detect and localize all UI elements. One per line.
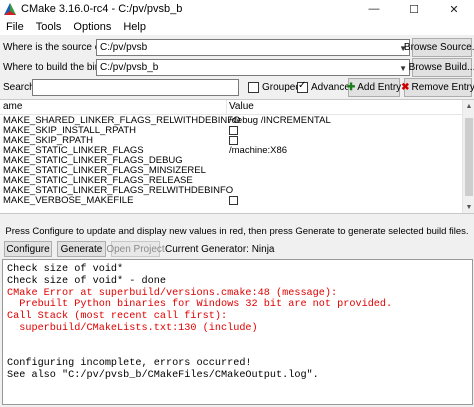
add-entry-label: Add Entry: [357, 82, 402, 93]
plus-icon: ✚: [346, 82, 356, 93]
output-line: superbuild/CMakeLists.txt:130 (include): [7, 323, 258, 334]
window-title: CMake 3.16.0-rc4 - C:/pv/pvsb_b: [21, 3, 183, 15]
open-project-button[interactable]: Open Project: [106, 241, 165, 257]
title-bar: CMake 3.16.0-rc4 - C:/pv/pvsb_b — ☐ ✕: [0, 0, 474, 18]
menu-tools[interactable]: Tools: [30, 18, 68, 36]
close-button[interactable]: ✕: [434, 0, 474, 18]
browse-source-button[interactable]: Browse Source...: [404, 38, 474, 57]
vertical-scrollbar[interactable]: ▲ ▼: [462, 100, 474, 213]
build-path-combo[interactable]: C:/pv/pvsb_b ▼: [96, 59, 410, 76]
search-row: Search: Grouped Advanced ✚ Add Entry ✖ R…: [0, 78, 474, 98]
scroll-up-icon[interactable]: ▲: [463, 100, 474, 112]
search-input[interactable]: [32, 79, 239, 96]
cmake-logo-icon: [4, 3, 16, 15]
menu-file[interactable]: File: [0, 18, 30, 36]
cache-table[interactable]: ame Value MAKE_SHARED_LINKER_FLAGS_RELWI…: [0, 99, 474, 214]
add-entry-button[interactable]: ✚ Add Entry: [346, 78, 402, 97]
menu-bar: File Tools Options Help: [0, 18, 474, 36]
output-log[interactable]: Check size of void* Check size of void* -…: [2, 259, 473, 405]
chevron-down-icon[interactable]: ▼: [399, 61, 407, 76]
menu-options[interactable]: Options: [67, 18, 117, 36]
cache-entry-value[interactable]: /debug /INCREMENTAL: [229, 115, 331, 126]
configure-button[interactable]: Configure: [4, 241, 52, 257]
source-path-combo[interactable]: C:/pv/pvsb ▼: [96, 39, 410, 56]
output-line: Prebuilt Python binaries for Windows 32 …: [7, 299, 393, 311]
table-row[interactable]: MAKE_VERBOSE_MAKEFILE: [0, 195, 462, 206]
maximize-button[interactable]: ☐: [394, 0, 434, 18]
advanced-checkbox[interactable]: [297, 80, 308, 93]
cache-entry-checkbox[interactable]: [229, 126, 238, 135]
scroll-down-icon[interactable]: ▼: [463, 201, 474, 213]
action-bar: Configure Generate Open Project Current …: [0, 241, 474, 258]
output-line: Configuring incomplete, errors occurred!: [7, 358, 252, 370]
build-row: Where to build the binaries: C:/pv/pvsb_…: [0, 58, 474, 78]
output-line: CMake Error at superbuild/versions.cmake…: [7, 287, 338, 299]
output-line: Check size of void*: [7, 264, 124, 275]
x-icon: ✖: [401, 82, 410, 93]
remove-entry-button[interactable]: ✖ Remove Entry: [401, 78, 474, 97]
column-header-name[interactable]: ame: [3, 101, 22, 112]
build-path-value: C:/pv/pvsb_b: [100, 62, 159, 73]
scrollbar-thumb[interactable]: [465, 118, 473, 196]
cache-entry-name: MAKE_VERBOSE_MAKEFILE: [3, 195, 134, 206]
grouped-label: Grouped: [262, 82, 301, 93]
current-generator-label: Current Generator: Ninja: [165, 244, 275, 255]
grouped-checkbox[interactable]: [248, 82, 259, 93]
cache-entry-value[interactable]: /machine:X86: [229, 145, 287, 156]
menu-help[interactable]: Help: [117, 18, 152, 36]
output-line: Check size of void* - done: [7, 275, 166, 287]
generate-button[interactable]: Generate: [57, 241, 106, 257]
output-line: See also "C:/pv/pvsb_b/CMakeFiles/CMakeO…: [7, 370, 319, 382]
source-path-value: C:/pv/pvsb: [100, 42, 148, 53]
cache-entry-checkbox[interactable]: [229, 196, 238, 205]
hint-text: Press Configure to update and display ne…: [5, 226, 469, 237]
window-controls: — ☐ ✕: [354, 0, 474, 18]
column-divider[interactable]: [226, 100, 227, 115]
remove-entry-label: Remove Entry: [411, 82, 474, 93]
column-header-value[interactable]: Value: [229, 101, 254, 112]
table-header: ame Value: [0, 100, 462, 115]
browse-build-button[interactable]: Browse Build...: [409, 58, 474, 77]
minimize-button[interactable]: —: [354, 0, 394, 18]
output-line: Call Stack (most recent call first):: [7, 311, 228, 323]
cache-entry-checkbox[interactable]: [229, 136, 238, 145]
source-row: Where is the source code: C:/pv/pvsb ▼ B…: [0, 38, 474, 58]
